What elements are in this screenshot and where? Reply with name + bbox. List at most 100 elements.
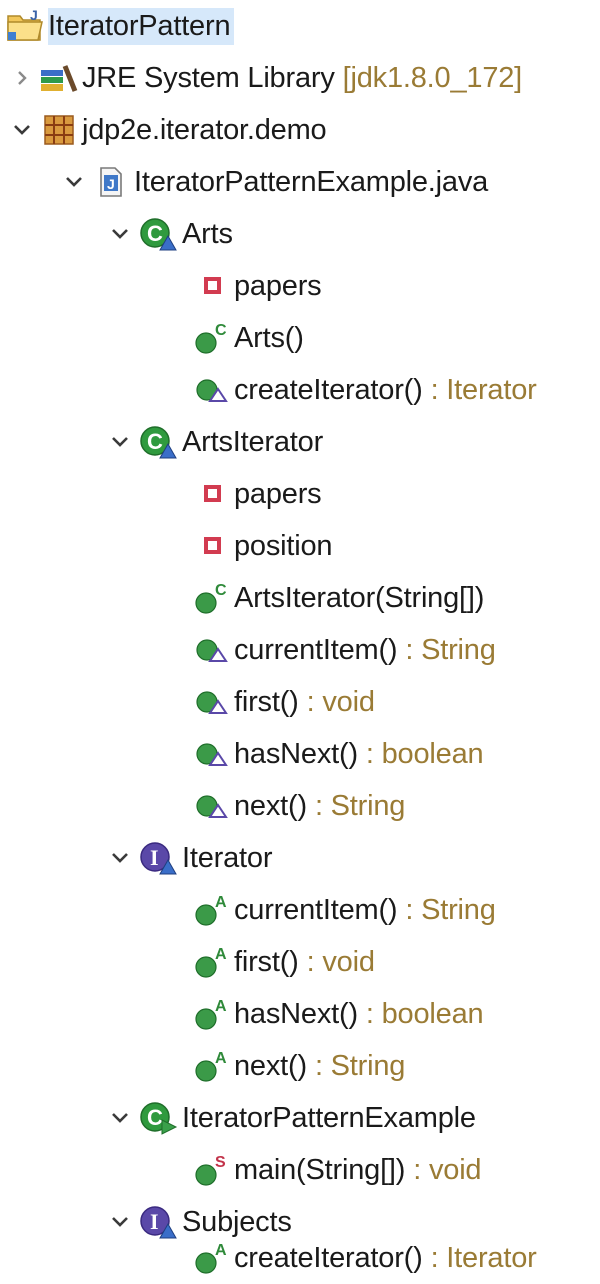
member-static-main[interactable]: S main(String[]) : void	[192, 1144, 482, 1196]
constructor-icon: C	[192, 321, 234, 355]
private-field-icon	[192, 483, 234, 505]
constructor-icon: C	[192, 581, 234, 615]
svg-text:C: C	[215, 322, 227, 339]
member-label: createIterator()	[234, 1241, 423, 1274]
member-method-currentitem[interactable]: currentItem() : String	[192, 624, 496, 676]
member-return-type: : boolean	[365, 997, 484, 1030]
member-label: next()	[234, 1049, 307, 1082]
member-label: papers	[234, 269, 322, 302]
member-label: currentItem()	[234, 633, 398, 666]
default-method-icon	[192, 739, 234, 769]
chevron-down-icon[interactable]	[106, 428, 134, 456]
member-label: first()	[234, 945, 299, 978]
java-file-icon: J	[88, 166, 134, 198]
class-name: IteratorPatternExample	[182, 1101, 476, 1134]
tree-item-package[interactable]: jdp2e.iterator.demo	[8, 104, 327, 156]
member-abstract-next[interactable]: A next() : String	[192, 1040, 405, 1092]
class-icon: C	[134, 216, 182, 252]
chevron-down-icon[interactable]	[106, 1208, 134, 1236]
member-label: hasNext()	[234, 737, 358, 770]
member-abstract-first[interactable]: A first() : void	[192, 936, 375, 988]
member-return-type: : String	[314, 789, 406, 822]
member-field-position[interactable]: position	[192, 520, 333, 572]
member-abstract-hasnext[interactable]: A hasNext() : boolean	[192, 988, 484, 1040]
java-project-icon: J	[4, 8, 48, 44]
file-label: IteratorPatternExample.java	[134, 165, 489, 198]
interface-icon: I	[134, 840, 182, 876]
member-constructor-artsiterator[interactable]: C ArtsIterator(String[])	[192, 572, 484, 624]
svg-text:A: A	[215, 998, 227, 1015]
tree-item-project[interactable]: J IteratorPattern	[4, 0, 235, 52]
chevron-down-icon[interactable]	[106, 1104, 134, 1132]
chevron-down-icon[interactable]	[60, 168, 88, 196]
svg-text:C: C	[147, 221, 163, 246]
default-method-icon	[192, 635, 234, 665]
abstract-method-icon: A	[192, 1241, 234, 1275]
svg-text:A: A	[215, 1050, 227, 1067]
static-method-icon: S	[192, 1153, 234, 1187]
svg-text:C: C	[147, 429, 163, 454]
abstract-method-icon: A	[192, 893, 234, 927]
library-label: JRE System Library	[82, 61, 335, 94]
chevron-down-icon[interactable]	[8, 116, 36, 144]
tree-item-file[interactable]: J IteratorPatternExample.java	[60, 156, 488, 208]
member-label: ArtsIterator(String[])	[234, 581, 485, 614]
member-return-type: : String	[405, 893, 496, 926]
svg-text:S: S	[215, 1154, 226, 1171]
member-label: hasNext()	[234, 997, 358, 1030]
tree-item-class-artsiterator[interactable]: C ArtsIterator	[106, 416, 323, 468]
abstract-method-icon: A	[192, 1049, 234, 1083]
package-icon	[36, 113, 82, 147]
class-name: Arts	[182, 217, 233, 250]
member-field-papers[interactable]: papers	[192, 260, 322, 312]
member-label: main(String[])	[234, 1153, 406, 1186]
member-label: first()	[234, 685, 299, 718]
package-label: jdp2e.iterator.demo	[82, 113, 327, 146]
class-name: ArtsIterator	[182, 425, 324, 458]
private-field-icon	[192, 535, 234, 557]
member-method-createiterator[interactable]: createIterator() : Iterator	[192, 364, 537, 416]
svg-text:I: I	[150, 1209, 158, 1234]
project-label: IteratorPattern	[48, 7, 235, 45]
interface-name: Iterator	[182, 841, 273, 874]
tree-item-class-iteratorpatternexample[interactable]: C IteratorPatternExample	[106, 1092, 476, 1144]
abstract-method-icon: A	[192, 945, 234, 979]
member-method-hasnext[interactable]: hasNext() : boolean	[192, 728, 484, 780]
svg-text:C: C	[147, 1105, 163, 1130]
member-label: next()	[234, 789, 307, 822]
svg-text:A: A	[215, 1242, 227, 1259]
default-method-icon	[192, 791, 234, 821]
member-abstract-currentitem[interactable]: A currentItem() : String	[192, 884, 496, 936]
interface-icon: I	[134, 1204, 182, 1240]
tree-item-library[interactable]: JRE System Library [jdk1.8.0_172]	[8, 52, 522, 104]
member-return-type: : Iterator	[430, 373, 537, 406]
chevron-down-icon[interactable]	[106, 220, 134, 248]
member-constructor-arts[interactable]: C Arts()	[192, 312, 304, 364]
svg-text:A: A	[215, 946, 227, 963]
chevron-down-icon[interactable]	[106, 844, 134, 872]
member-return-type: : boolean	[365, 737, 484, 770]
member-method-first[interactable]: first() : void	[192, 676, 375, 728]
tree-item-class-arts[interactable]: C Arts	[106, 208, 233, 260]
svg-text:C: C	[215, 582, 227, 599]
library-version: [jdk1.8.0_172]	[342, 61, 523, 94]
member-label: currentItem()	[234, 893, 398, 926]
member-method-next[interactable]: next() : String	[192, 780, 405, 832]
chevron-right-icon[interactable]	[8, 64, 36, 92]
member-label: papers	[234, 477, 322, 510]
svg-text:J: J	[30, 8, 38, 23]
member-field-papers[interactable]: papers	[192, 468, 322, 520]
member-return-type: : String	[314, 1049, 406, 1082]
class-icon: C	[134, 424, 182, 460]
tree-item-interface-iterator[interactable]: I Iterator	[106, 832, 272, 884]
library-icon	[36, 62, 82, 94]
abstract-method-icon: A	[192, 997, 234, 1031]
member-return-type: : Iterator	[430, 1241, 537, 1274]
private-field-icon	[192, 275, 234, 297]
member-abstract-createiterator[interactable]: A createIterator() : Iterator	[192, 1232, 537, 1284]
package-explorer-tree: J IteratorPattern JRE System Library [jd…	[0, 0, 600, 1284]
member-label: position	[234, 529, 333, 562]
svg-text:A: A	[215, 894, 227, 911]
member-return-type: : String	[405, 633, 496, 666]
main-class-icon: C	[134, 1100, 182, 1136]
